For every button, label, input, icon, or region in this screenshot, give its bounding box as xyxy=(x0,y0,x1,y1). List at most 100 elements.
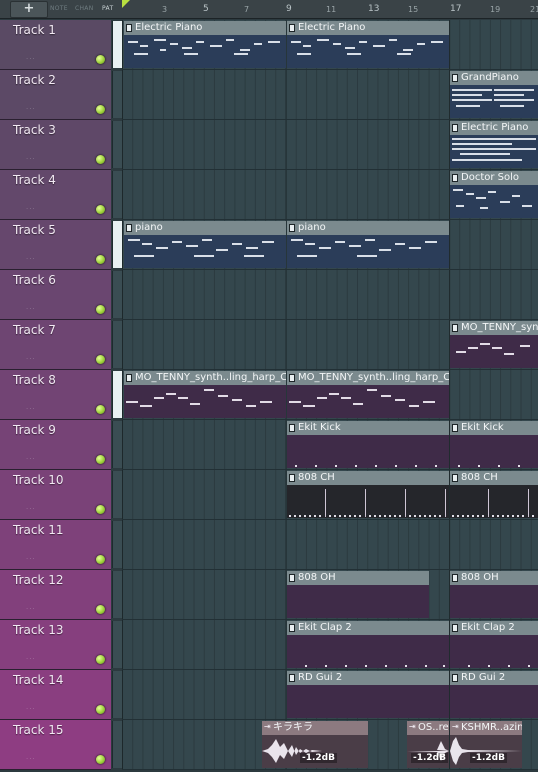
track-header[interactable]: Track 3 ··· xyxy=(0,120,111,170)
track-select-handle[interactable] xyxy=(112,571,122,618)
track-header[interactable]: Track 13 ··· xyxy=(0,620,111,670)
track-header[interactable]: Track 11 ··· xyxy=(0,520,111,570)
track-lane[interactable]: 808 OH 808 OH xyxy=(122,570,538,620)
track-mute-led[interactable] xyxy=(96,55,105,64)
mode-note-button[interactable]: NOTE xyxy=(50,5,68,12)
pattern-notes xyxy=(450,185,538,218)
track-lane[interactable]: Ekit Kick Ekit Kick xyxy=(122,420,538,470)
track-select-handle[interactable] xyxy=(112,721,122,768)
track-select-handle[interactable] xyxy=(112,421,122,468)
track-mute-led[interactable] xyxy=(96,255,105,264)
pattern-steps xyxy=(450,485,538,518)
track-header[interactable]: Track 7 ··· xyxy=(0,320,111,370)
pattern-clip[interactable]: Electric Piano xyxy=(287,21,449,68)
track-lane[interactable]: ⇥キラキラ -1.2dB ⇥OS..ret -1.2dB ⇥ xyxy=(122,720,538,770)
track-lane[interactable] xyxy=(122,270,538,320)
track-lane[interactable] xyxy=(122,520,538,570)
pattern-clip[interactable]: GrandPiano xyxy=(450,71,538,118)
track-mute-led[interactable] xyxy=(96,205,105,214)
track-select-handle[interactable] xyxy=(112,71,122,118)
track-name: Track 15 xyxy=(13,723,64,737)
audio-clip[interactable]: ⇥OS..ret -1.2dB xyxy=(407,721,449,768)
pattern-clip[interactable]: piano xyxy=(124,221,286,268)
track-mute-led[interactable] xyxy=(96,555,105,564)
pattern-clip[interactable]: 808 OH xyxy=(450,571,538,618)
track-mute-led[interactable] xyxy=(96,355,105,364)
mode-chan-button[interactable]: CHAN xyxy=(75,5,94,12)
pattern-clip[interactable]: 808 CH xyxy=(450,471,538,518)
pattern-clip[interactable]: Ekit Kick xyxy=(450,421,538,468)
audio-clip[interactable]: ⇥KSHMR..azing -1.2dB xyxy=(450,721,522,768)
pattern-clip[interactable]: MO_TENNY_synth..ling_harp_C #2 xyxy=(124,371,286,418)
track-header[interactable]: Track 9 ··· xyxy=(0,420,111,470)
track-mute-led[interactable] xyxy=(96,305,105,314)
pattern-clip[interactable]: Ekit Clap 2 xyxy=(450,621,538,668)
timeline-ruler[interactable]: 3 5 7 9 11 13 15 17 19 21 xyxy=(122,0,538,18)
pattern-clip[interactable]: MO_TENNY_synth xyxy=(450,321,538,368)
track-mute-led[interactable] xyxy=(96,105,105,114)
pattern-clip[interactable]: piano xyxy=(287,221,449,268)
pattern-clip[interactable]: RD Gui 2 xyxy=(450,671,538,718)
track-header[interactable]: Track 8 ··· xyxy=(0,370,111,420)
track-select-handle[interactable] xyxy=(112,221,122,268)
track-mute-led[interactable] xyxy=(96,605,105,614)
track-mute-led[interactable] xyxy=(96,405,105,414)
mode-pat-button[interactable]: PAT xyxy=(102,5,113,12)
track-lane[interactable]: piano piano xyxy=(122,220,538,270)
track-lane[interactable]: Doctor Solo xyxy=(122,170,538,220)
track-lane[interactable]: GrandPiano xyxy=(122,70,538,120)
track-lane[interactable]: 808 CH 808 CH xyxy=(122,470,538,520)
track-select-handle[interactable] xyxy=(112,671,122,718)
track-header[interactable]: Track 15 ··· xyxy=(0,720,111,770)
pattern-steps xyxy=(287,635,449,668)
track-header[interactable]: Track 14 ··· xyxy=(0,670,111,720)
ruler-bar-3: 3 xyxy=(162,5,168,14)
track-select-handle[interactable] xyxy=(112,521,122,568)
track-header[interactable]: Track 12 ··· xyxy=(0,570,111,620)
track-select-handle[interactable] xyxy=(112,21,122,68)
track-select-handle[interactable] xyxy=(112,321,122,368)
track-header[interactable]: Track 10 ··· xyxy=(0,470,111,520)
pattern-clip[interactable]: Ekit Clap 2 xyxy=(287,621,449,668)
track-mute-led[interactable] xyxy=(96,755,105,764)
add-track-button[interactable]: + xyxy=(10,1,48,18)
track-header[interactable]: Track 6 ··· xyxy=(0,270,111,320)
audio-clip[interactable]: ⇥ キラキラ -1.2dB xyxy=(262,721,368,768)
pattern-clip[interactable]: Electric Piano xyxy=(124,21,286,68)
track-header[interactable]: Track 1 ··· xyxy=(0,20,111,70)
track-lane[interactable]: MO_TENNY_synth..ling_harp_C #2 MO_TENNY_… xyxy=(122,370,538,420)
playhead-marker[interactable] xyxy=(122,0,130,8)
ruler-bar-11: 11 xyxy=(326,5,337,14)
track-select-handle[interactable] xyxy=(112,371,122,418)
track-mute-led[interactable] xyxy=(96,505,105,514)
pattern-clip[interactable]: 808 CH xyxy=(287,471,449,518)
track-name: Track 12 xyxy=(13,573,64,587)
track-lane[interactable]: MO_TENNY_synth xyxy=(122,320,538,370)
audio-clip-icon: ⇥ xyxy=(264,722,271,731)
track-header[interactable]: Track 2 ··· xyxy=(0,70,111,120)
pattern-clip[interactable]: 808 OH xyxy=(287,571,429,618)
track-select-handle[interactable] xyxy=(112,121,122,168)
track-mute-led[interactable] xyxy=(96,455,105,464)
track-select-handle[interactable] xyxy=(112,471,122,518)
track-select-handle[interactable] xyxy=(112,171,122,218)
track-lane[interactable]: Ekit Clap 2 Ekit Clap 2 xyxy=(122,620,538,670)
track-select-handle[interactable] xyxy=(112,621,122,668)
pattern-icon xyxy=(452,174,458,182)
track-lane[interactable]: Electric Piano xyxy=(122,120,538,170)
track-mute-led[interactable] xyxy=(96,655,105,664)
pattern-clip[interactable]: Doctor Solo xyxy=(450,171,538,218)
track-mute-led[interactable] xyxy=(96,705,105,714)
track-grip: ··· xyxy=(26,705,36,713)
playlist-window: + NOTE CHAN PAT 3 5 7 9 11 13 15 17 19 2… xyxy=(0,0,538,772)
pattern-clip[interactable]: RD Gui 2 xyxy=(287,671,449,718)
pattern-clip[interactable]: Ekit Kick xyxy=(287,421,449,468)
pattern-clip[interactable]: MO_TENNY_synth..ling_harp_C #2 xyxy=(287,371,449,418)
track-mute-led[interactable] xyxy=(96,155,105,164)
track-header[interactable]: Track 5 ··· xyxy=(0,220,111,270)
pattern-clip[interactable]: Electric Piano xyxy=(450,121,538,168)
track-select-handle[interactable] xyxy=(112,271,122,318)
track-header[interactable]: Track 4 ··· xyxy=(0,170,111,220)
track-lane[interactable]: Electric Piano Electric Piano xyxy=(122,20,538,70)
track-lane[interactable]: RD Gui 2 RD Gui 2 xyxy=(122,670,538,720)
